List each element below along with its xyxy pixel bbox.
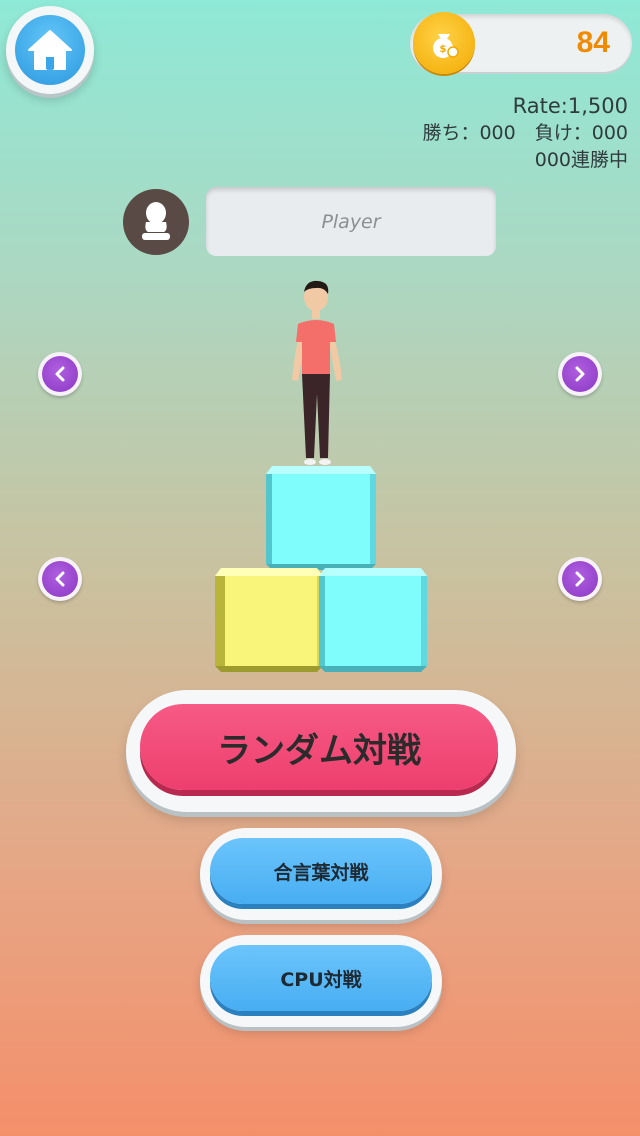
money-bag-icon: $ — [413, 12, 475, 74]
block-top-cyan — [266, 466, 376, 570]
chevron-left-icon — [42, 356, 78, 392]
win-streak: 000連勝中 — [534, 149, 628, 171]
home-button[interactable] — [6, 6, 94, 94]
chevron-right-icon — [562, 561, 598, 597]
block-bottom-yellow — [215, 568, 323, 672]
svg-text:$: $ — [440, 44, 447, 55]
random-battle-button[interactable]: ランダム対戦 — [140, 704, 498, 790]
password-battle-button-frame: 合言葉対戦 — [200, 828, 442, 920]
random-battle-button-frame: ランダム対戦 — [126, 690, 516, 812]
character-next-button[interactable] — [558, 352, 602, 396]
password-battle-button[interactable]: 合言葉対戦 — [210, 838, 432, 904]
block-prev-button[interactable] — [38, 557, 82, 601]
coin-count: 84 — [576, 26, 610, 59]
home-icon — [15, 15, 85, 85]
user-silhouette-icon — [142, 202, 170, 240]
chevron-left-icon — [42, 561, 78, 597]
cpu-battle-button[interactable]: CPU対戦 — [210, 945, 432, 1011]
win-loss-record: 勝ち：000 負け：000 — [422, 122, 628, 144]
rating-text: Rate:1,500 — [512, 94, 628, 118]
block-next-button[interactable] — [558, 557, 602, 601]
chevron-right-icon — [562, 356, 598, 392]
cpu-battle-button-frame: CPU対戦 — [200, 935, 442, 1027]
character-prev-button[interactable] — [38, 352, 82, 396]
player-character — [292, 280, 342, 465]
block-bottom-cyan — [319, 568, 427, 672]
player-name-field[interactable]: Player — [206, 187, 496, 256]
avatar — [123, 189, 189, 255]
